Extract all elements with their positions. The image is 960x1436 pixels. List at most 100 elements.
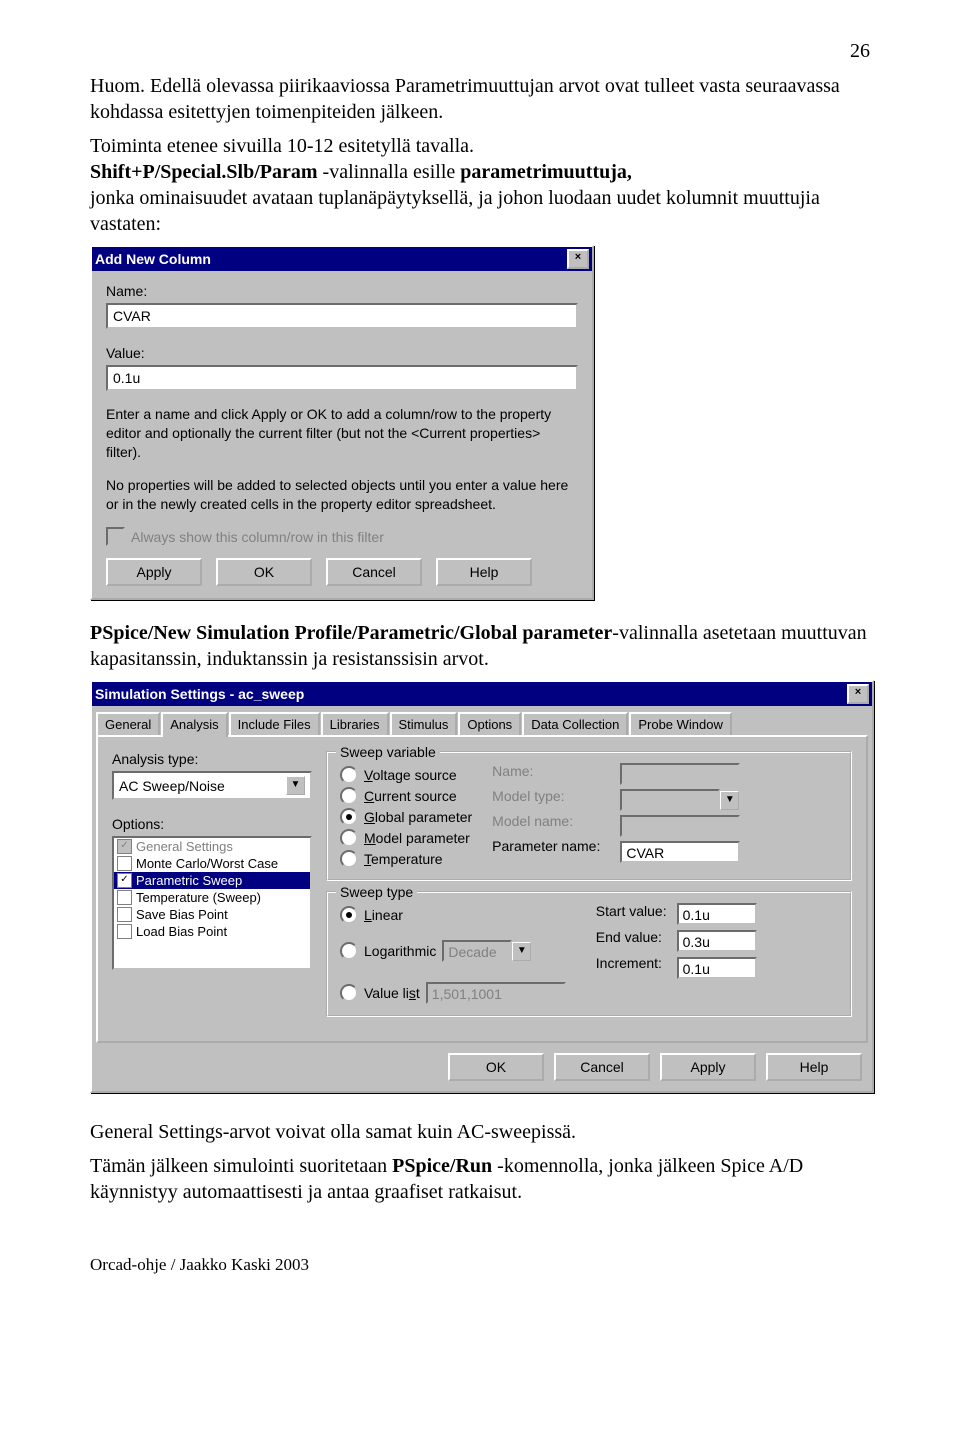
model-name-label: Model name: bbox=[492, 813, 600, 829]
ok-button[interactable]: OK bbox=[216, 558, 312, 586]
incr-input[interactable]: 0.1u bbox=[677, 957, 757, 979]
apply-button[interactable]: Apply bbox=[106, 558, 202, 586]
radio-voltage[interactable] bbox=[340, 766, 358, 784]
model-type-select bbox=[620, 789, 720, 811]
paragraph-2: Toiminta etenee sivuilla 10-12 esitetyll… bbox=[90, 133, 870, 237]
titlebar: Add New Column × bbox=[92, 247, 592, 271]
options-label: Options: bbox=[112, 816, 312, 832]
text-bold: PSpice/Run bbox=[392, 1155, 492, 1177]
incr-label: Increment: bbox=[596, 955, 667, 971]
tab-options[interactable]: Options bbox=[458, 712, 521, 735]
param-name-label: Parameter name: bbox=[492, 838, 600, 854]
radio-linear[interactable] bbox=[340, 906, 358, 924]
add-column-dialog: Add New Column × Name: CVAR Value: 0.1u … bbox=[90, 245, 594, 600]
checkbox-icon[interactable] bbox=[117, 924, 132, 939]
close-icon[interactable]: × bbox=[567, 249, 589, 269]
tab-analysis[interactable]: Analysis bbox=[161, 712, 227, 737]
checkbox-icon[interactable] bbox=[117, 907, 132, 922]
paragraph-3: PSpice/New Simulation Profile/Parametric… bbox=[90, 620, 870, 672]
tab-general[interactable]: General bbox=[96, 712, 160, 735]
list-item[interactable]: Load Bias Point bbox=[136, 924, 227, 939]
always-show-checkbox[interactable] bbox=[106, 527, 125, 546]
dialog-title: Add New Column bbox=[95, 251, 211, 267]
tab-data-collection[interactable]: Data Collection bbox=[522, 712, 628, 735]
radio-temp[interactable] bbox=[340, 850, 358, 868]
value-label: Value: bbox=[106, 345, 578, 361]
name-input bbox=[620, 763, 740, 785]
titlebar: Simulation Settings - ac_sweep × bbox=[92, 682, 872, 706]
desc-2: No properties will be added to selected … bbox=[106, 476, 578, 514]
checkbox-label: Always show this column/row in this filt… bbox=[131, 529, 384, 545]
model-type-label: Model type: bbox=[492, 788, 600, 804]
select-value: AC Sweep/Noise bbox=[119, 778, 225, 794]
radio-label: Global parameter bbox=[364, 809, 472, 825]
chevron-down-icon: ▼ bbox=[720, 791, 739, 810]
radio-current[interactable] bbox=[340, 787, 358, 805]
analysis-type-label: Analysis type: bbox=[112, 751, 312, 767]
end-label: End value: bbox=[596, 929, 667, 945]
radio-label: Logarithmic bbox=[364, 943, 436, 959]
sweep-type-group: Sweep type Linear Logarithmic Decade▼ Va… bbox=[326, 891, 852, 1017]
paragraph-1: Huom. Edellä olevassa piirikaaviossa Par… bbox=[90, 73, 870, 125]
radio-label: Model parameter bbox=[364, 830, 470, 846]
tab-stimulus[interactable]: Stimulus bbox=[390, 712, 458, 735]
radio-label: Linear bbox=[364, 907, 403, 923]
param-name-input[interactable]: CVAR bbox=[620, 841, 740, 863]
checkbox-icon[interactable] bbox=[117, 890, 132, 905]
list-item[interactable]: Monte Carlo/Worst Case bbox=[136, 856, 278, 871]
value-input[interactable]: 0.1u bbox=[106, 365, 578, 391]
radio-label: Temperature bbox=[364, 851, 443, 867]
checkbox-icon[interactable]: ✓ bbox=[117, 873, 132, 888]
sweep-variable-group: Sweep variable Voltage source Current so… bbox=[326, 751, 852, 881]
paragraph-4: General Settings-arvot voivat olla samat… bbox=[90, 1119, 870, 1145]
footer: Orcad-ohje / Jaakko Kaski 2003 bbox=[90, 1255, 870, 1275]
radio-label: Voltage source bbox=[364, 767, 457, 783]
ok-button[interactable]: OK bbox=[448, 1053, 544, 1081]
text-bold: PSpice/New Simulation Profile/Parametric… bbox=[90, 622, 612, 644]
apply-button[interactable]: Apply bbox=[660, 1053, 756, 1081]
list-item[interactable]: Parametric Sweep bbox=[136, 873, 242, 888]
tab-bar: General Analysis Include Files Libraries… bbox=[92, 706, 872, 735]
tab-probe-window[interactable]: Probe Window bbox=[629, 712, 732, 735]
chevron-down-icon[interactable]: ▼ bbox=[286, 776, 305, 795]
simulation-settings-dialog: Simulation Settings - ac_sweep × General… bbox=[90, 680, 874, 1093]
cancel-button[interactable]: Cancel bbox=[554, 1053, 650, 1081]
text: -valinnalla esille bbox=[318, 161, 461, 183]
start-label: Start value: bbox=[596, 903, 667, 919]
desc-1: Enter a name and click Apply or OK to ad… bbox=[106, 405, 578, 462]
radio-model[interactable] bbox=[340, 829, 358, 847]
page-number: 26 bbox=[90, 40, 870, 63]
text-bold: parametrimuuttuja, bbox=[460, 161, 632, 183]
paragraph-5: Tämän jälkeen simulointi suoritetaan PSp… bbox=[90, 1153, 870, 1205]
radio-global[interactable] bbox=[340, 808, 358, 826]
list-item[interactable]: Temperature (Sweep) bbox=[136, 890, 261, 905]
options-listbox[interactable]: ✓ General Settings Monte Carlo/Worst Case… bbox=[112, 836, 312, 970]
name-label: Name: bbox=[106, 283, 578, 299]
name-input[interactable]: CVAR bbox=[106, 303, 578, 329]
text: Tämän jälkeen simulointi suoritetaan bbox=[90, 1155, 392, 1177]
group-title: Sweep type bbox=[336, 884, 417, 900]
cancel-button[interactable]: Cancel bbox=[326, 558, 422, 586]
list-item[interactable]: General Settings bbox=[136, 839, 233, 854]
dialog-title: Simulation Settings - ac_sweep bbox=[95, 686, 304, 702]
help-button[interactable]: Help bbox=[436, 558, 532, 586]
start-input[interactable]: 0.1u bbox=[677, 903, 757, 925]
checkbox-icon: ✓ bbox=[117, 839, 132, 854]
analysis-type-select[interactable]: AC Sweep/Noise ▼ bbox=[112, 771, 312, 800]
tab-include-files[interactable]: Include Files bbox=[229, 712, 320, 735]
end-input[interactable]: 0.3u bbox=[677, 930, 757, 952]
chevron-down-icon: ▼ bbox=[512, 942, 531, 961]
radio-vlist[interactable] bbox=[340, 984, 358, 1002]
close-icon[interactable]: × bbox=[847, 684, 869, 704]
tab-libraries[interactable]: Libraries bbox=[321, 712, 389, 735]
help-button[interactable]: Help bbox=[766, 1053, 862, 1081]
radio-log[interactable] bbox=[340, 942, 358, 960]
name-label: Name: bbox=[492, 763, 600, 779]
list-item[interactable]: Save Bias Point bbox=[136, 907, 228, 922]
model-name-input bbox=[620, 815, 740, 837]
radio-label: Current source bbox=[364, 788, 457, 804]
value-list-input: 1,501,1001 bbox=[426, 982, 566, 1004]
radio-label: Value list bbox=[364, 985, 420, 1001]
text-bold: Shift+P/Special.Slb/Param bbox=[90, 161, 318, 183]
checkbox-icon[interactable] bbox=[117, 856, 132, 871]
